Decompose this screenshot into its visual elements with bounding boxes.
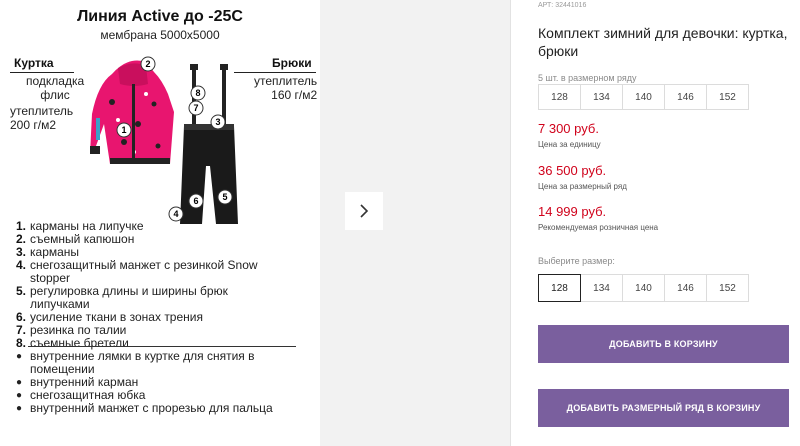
svg-text:6: 6 <box>193 196 198 206</box>
price-unit: 7 300 руб. <box>538 121 599 136</box>
size-option[interactable]: 152 <box>706 274 749 302</box>
pack-sizes-row: 128 134 140 146 152 <box>538 84 749 110</box>
callout-6: 6 <box>188 193 204 209</box>
list-item: ● внутренний манжет с прорезью для пальца <box>16 401 273 415</box>
jacket-lining: подкладка флис <box>26 74 85 102</box>
size-option[interactable]: 140 <box>622 274 665 302</box>
garment-illustration: 1 2 3 4 5 6 7 8 <box>90 56 238 224</box>
list-item: 4. снегозащитный манжет с резинкой Snow s… <box>16 258 258 285</box>
jacket-insulation: утеплитель 200 г/м2 <box>10 104 74 132</box>
pants-heading: Брюки <box>272 56 312 70</box>
callout-3: 3 <box>210 114 226 130</box>
pack-size-cell: 146 <box>664 84 707 110</box>
svg-text:3: 3 <box>215 117 220 127</box>
callout-2: 2 <box>140 56 156 72</box>
price-pack-note: Цена за размерный ряд <box>538 182 627 191</box>
jacket-heading-underline <box>10 72 74 73</box>
article-number: АРТ: 32441016 <box>538 2 587 9</box>
image-subtitle: мембрана 5000x5000 <box>100 28 220 42</box>
svg-text:2: 2 <box>145 59 150 69</box>
svg-text:4: 4 <box>173 209 178 219</box>
svg-text:8: 8 <box>195 88 200 98</box>
pack-size-label: 5 шт. в размерном ряду <box>538 73 637 83</box>
callout-1: 1 <box>116 122 132 138</box>
add-to-cart-button[interactable]: ДОБАВИТЬ В КОРЗИНУ <box>538 325 789 363</box>
svg-text:5: 5 <box>222 192 227 202</box>
price-unit-note: Цена за единицу <box>538 140 601 149</box>
svg-text:1: 1 <box>121 125 126 135</box>
chevron-right-icon <box>360 204 369 218</box>
product-title: Комплект зимний для девочки: куртка, брю… <box>538 25 788 59</box>
gallery-next-button[interactable] <box>345 192 383 230</box>
callout-4: 4 <box>168 206 184 222</box>
list-divider <box>28 346 296 347</box>
pack-size-cell: 152 <box>706 84 749 110</box>
choose-size-label: Выберите размер: <box>538 256 615 266</box>
size-selector: 128 134 140 146 152 <box>538 274 749 302</box>
price-retail: 14 999 руб. <box>538 204 607 219</box>
product-image: Линия Active до -25С мембрана 5000x5000 … <box>0 0 320 446</box>
size-option[interactable]: 134 <box>580 274 623 302</box>
jacket-heading: Куртка <box>14 56 54 70</box>
size-option-selected[interactable]: 128 <box>538 274 581 302</box>
callout-5: 5 <box>217 189 233 205</box>
features-list: 1. карманы на липучке 2. съемный капюшон 3… <box>16 220 306 350</box>
pack-size-cell: 134 <box>580 84 623 110</box>
svg-text:7: 7 <box>193 103 198 113</box>
callout-7: 7 <box>188 100 204 116</box>
image-title: Линия Active до -25С <box>77 8 243 25</box>
panel-divider <box>510 0 511 446</box>
price-pack: 36 500 руб. <box>538 163 607 178</box>
price-retail-note: Рекомендуемая розничная цена <box>538 223 659 232</box>
pants-insulation: утеплитель 160 г/м2 <box>254 74 318 102</box>
add-pack-to-cart-button[interactable]: ДОБАВИТЬ РАЗМЕРНЫЙ РЯД В КОРЗИНУ <box>538 389 789 427</box>
size-option[interactable]: 146 <box>664 274 707 302</box>
jacket-picture <box>90 60 174 164</box>
pack-size-cell: 128 <box>538 84 581 110</box>
list-item: ● внутренние лямки в куртке для снятия в … <box>16 349 255 376</box>
pack-size-cell: 140 <box>622 84 665 110</box>
callout-8: 8 <box>190 85 206 101</box>
extras-list: ● внутренние лямки в куртке для снятия в … <box>16 350 316 415</box>
list-item: 5. регулировка длины и ширины брюк липучк… <box>16 284 228 311</box>
